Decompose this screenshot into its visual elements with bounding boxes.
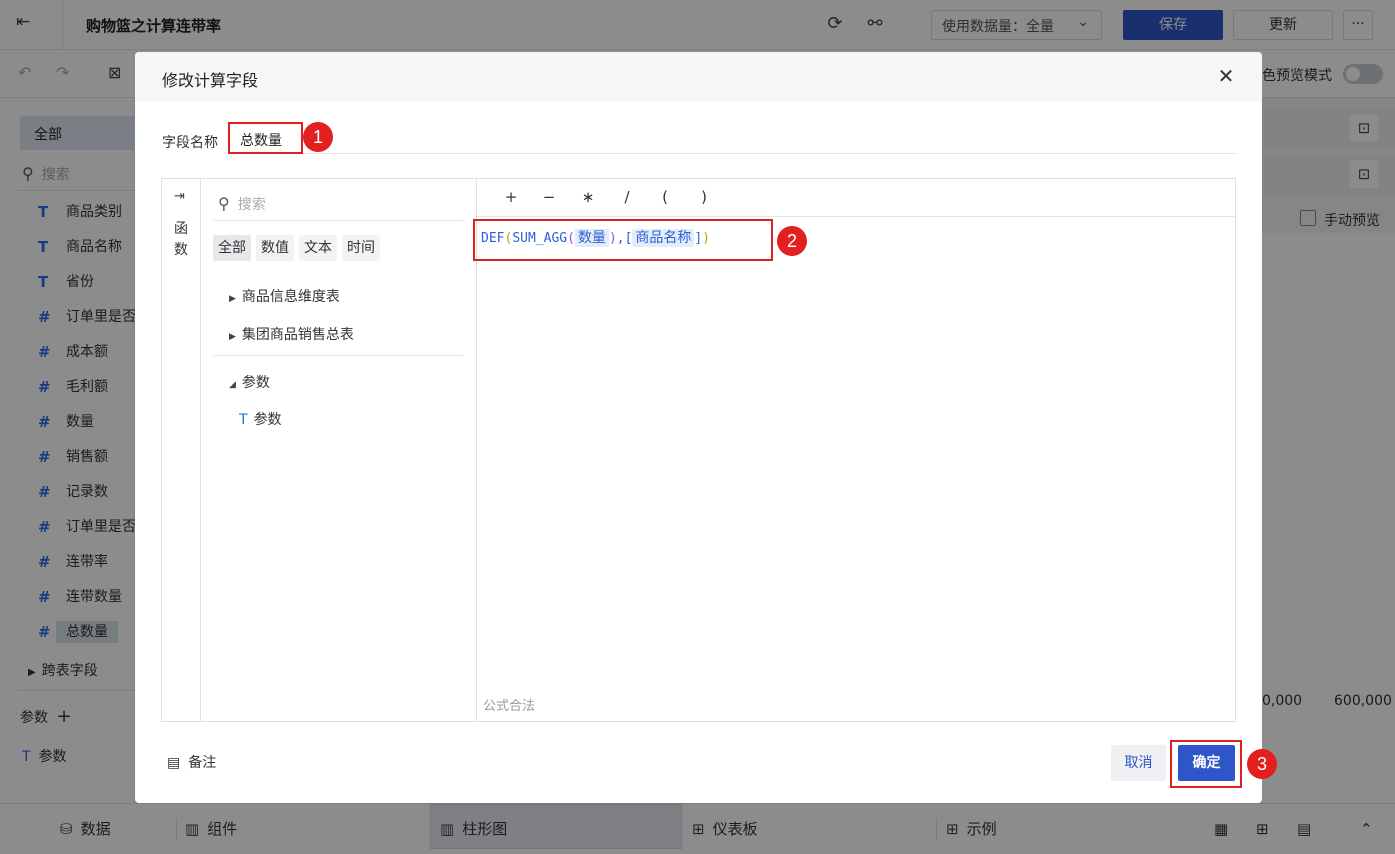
formula-paren: ( bbox=[567, 231, 575, 246]
note-button[interactable]: ▤ 备注 bbox=[167, 752, 216, 772]
operator-bar: + − ∗ / ( ) bbox=[477, 179, 1235, 217]
validation-status: 公式合法 bbox=[483, 699, 536, 714]
field-name-input[interactable]: 总数量 bbox=[228, 122, 303, 154]
cancel-button[interactable]: 取消 bbox=[1111, 745, 1166, 781]
tree-node-table-2[interactable]: ▶ 集团商品销售总表 bbox=[229, 324, 354, 344]
divider bbox=[213, 355, 463, 356]
operator-open-paren[interactable]: ( bbox=[655, 188, 675, 206]
comment-icon: ▤ bbox=[167, 755, 181, 771]
caret-right-icon: ▶ bbox=[229, 294, 236, 304]
field-name-label: 字段名称 bbox=[162, 135, 218, 151]
operator-divide[interactable]: / bbox=[617, 188, 637, 206]
filter-chip-all[interactable]: 全部 bbox=[213, 235, 251, 261]
caret-down-icon: ◢ bbox=[229, 380, 236, 390]
confirm-button[interactable]: 确定 bbox=[1178, 745, 1235, 781]
filter-chip-time[interactable]: 时间 bbox=[342, 235, 380, 261]
edit-calc-field-dialog: 修改计算字段 ✕ 字段名称 总数量 1 ⇥ 函数 ⚲ 搜索 全部 数值 文本 时间 ▶ 商… bbox=[135, 52, 1277, 803]
expand-icon[interactable]: ⇥ bbox=[174, 189, 185, 204]
close-icon[interactable]: ✕ bbox=[1215, 65, 1237, 87]
tree-node-label: 集团商品销售总表 bbox=[241, 327, 354, 343]
field-browser: ⚲ 搜索 全部 数值 文本 时间 ▶ 商品信息维度表 ▶ 集团商品销售总表 ◢ 参数 T 参数 bbox=[201, 179, 477, 721]
tree-leaf-label: 参数 bbox=[253, 412, 282, 428]
formula-paren: ) bbox=[608, 231, 617, 246]
tree-node-table-1[interactable]: ▶ 商品信息维度表 bbox=[229, 286, 340, 306]
tree-leaf-param[interactable]: T 参数 bbox=[239, 409, 282, 429]
function-rail: ⇥ 函数 bbox=[162, 179, 201, 721]
formula-text[interactable]: DEF(SUM_AGG(数量),[商品名称]) bbox=[481, 227, 710, 247]
formula-editor: ⇥ 函数 ⚲ 搜索 全部 数值 文本 时间 ▶ 商品信息维度表 ▶ 集团商品销售总表 ◢ 参数… bbox=[161, 178, 1236, 722]
param-icon: T bbox=[239, 412, 248, 428]
formula-field-product-name: 商品名称 bbox=[632, 229, 695, 247]
callout-badge-2: 2 bbox=[777, 226, 807, 256]
dialog-header: 修改计算字段 ✕ bbox=[135, 52, 1262, 102]
caret-right-icon: ▶ bbox=[229, 332, 236, 342]
tree-node-label: 商品信息维度表 bbox=[241, 289, 340, 305]
formula-func-def: DEF bbox=[481, 231, 505, 246]
operator-minus[interactable]: − bbox=[539, 188, 559, 206]
formula-comma: , bbox=[616, 231, 625, 246]
formula-field-quantity: 数量 bbox=[574, 229, 609, 247]
tree-node-label: 参数 bbox=[241, 375, 270, 391]
note-label: 备注 bbox=[188, 755, 217, 771]
operator-multiply[interactable]: ∗ bbox=[578, 188, 598, 206]
callout-badge-1: 1 bbox=[303, 122, 333, 152]
filter-chip-text[interactable]: 文本 bbox=[299, 235, 337, 261]
browser-search[interactable]: ⚲ 搜索 bbox=[218, 194, 266, 214]
browser-search-placeholder: 搜索 bbox=[237, 197, 266, 213]
function-rail-label[interactable]: 函数 bbox=[174, 219, 190, 261]
formula-paren: ) bbox=[702, 231, 711, 246]
type-filter: 全部 数值 文本 时间 bbox=[213, 235, 385, 261]
filter-chip-number[interactable]: 数值 bbox=[256, 235, 294, 261]
formula-func-sum: SUM_AGG bbox=[512, 231, 568, 246]
field-name-underline bbox=[303, 153, 1237, 154]
callout-badge-3: 3 bbox=[1247, 749, 1277, 779]
formula-area: + − ∗ / ( ) DEF(SUM_AGG(数量),[商品名称]) 公式合法 bbox=[473, 179, 1235, 721]
operator-plus[interactable]: + bbox=[501, 188, 521, 206]
operator-close-paren[interactable]: ) bbox=[694, 188, 714, 206]
dialog-title: 修改计算字段 bbox=[162, 71, 259, 90]
search-icon: ⚲ bbox=[218, 194, 230, 213]
tree-node-params[interactable]: ◢ 参数 bbox=[229, 372, 270, 392]
divider bbox=[213, 220, 463, 221]
